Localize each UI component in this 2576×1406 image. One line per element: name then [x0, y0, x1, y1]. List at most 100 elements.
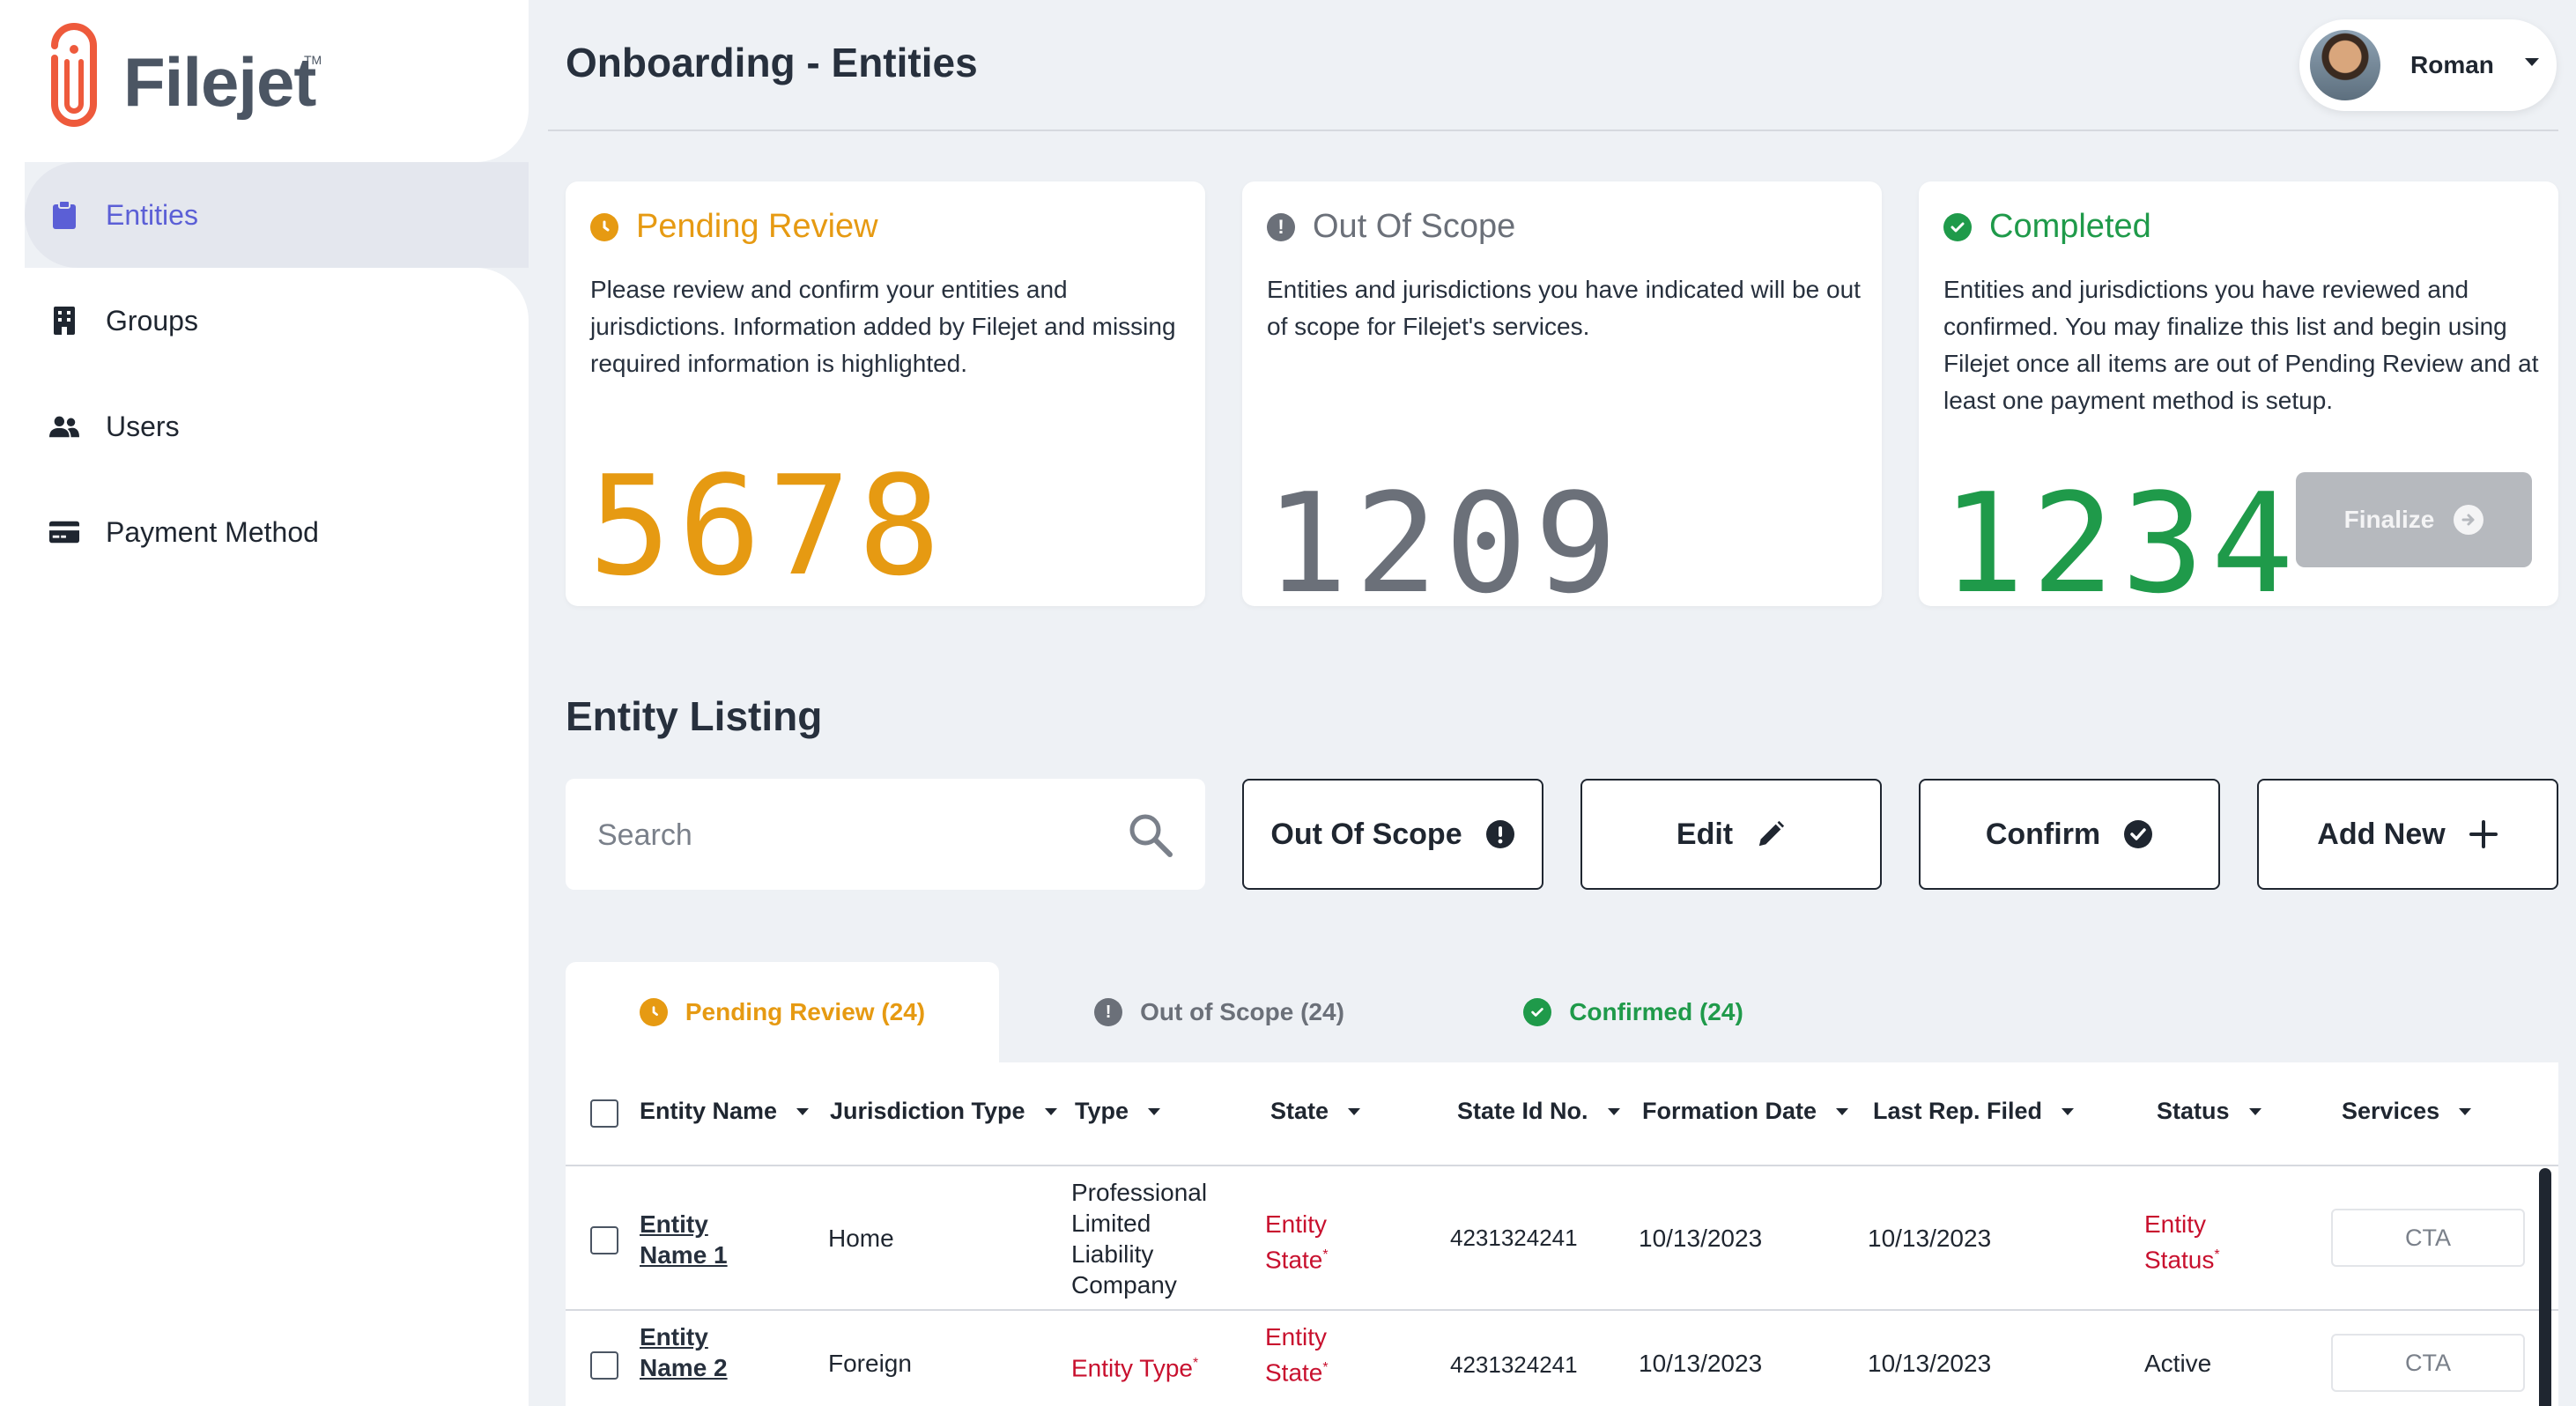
building-icon: [49, 306, 79, 336]
tab-confirmed[interactable]: Confirmed (24): [1440, 962, 1827, 1062]
cta-button[interactable]: CTA: [2331, 1334, 2525, 1392]
button-label: Add New: [2317, 817, 2446, 851]
type-missing: Entity Type*: [1071, 1354, 1199, 1382]
avatar: [2310, 30, 2380, 100]
out-of-scope-button[interactable]: Out Of Scope: [1242, 779, 1543, 890]
brand-trademark: TM: [304, 53, 322, 67]
column-header-state[interactable]: State: [1270, 1098, 1361, 1125]
page-title: Onboarding - Entities: [566, 40, 978, 85]
caret-down-icon: [1044, 1107, 1057, 1115]
exclamation-icon: !: [1267, 212, 1295, 241]
sidebar-item-label: Entities: [106, 198, 198, 231]
user-name: Roman: [2410, 51, 2494, 78]
search-box: [566, 779, 1205, 890]
search-input[interactable]: [597, 809, 1091, 862]
tab-pending-review[interactable]: Pending Review (24): [566, 962, 999, 1062]
caret-down-icon: [2248, 1107, 2261, 1115]
arrow-right-icon: [2454, 505, 2484, 535]
exclamation-icon: [1485, 819, 1515, 849]
table-row[interactable]: Entity Name 1 Home Professional Limited …: [566, 1166, 2558, 1311]
column-header-formation-date[interactable]: Formation Date: [1642, 1098, 1849, 1125]
search-icon[interactable]: [1126, 810, 1175, 860]
formation-date: 10/13/2023: [1639, 1350, 1763, 1377]
column-header-services[interactable]: Services: [2342, 1098, 2472, 1125]
header-divider: [548, 130, 2558, 131]
sidebar-item-payment-method[interactable]: Payment Method: [49, 506, 319, 559]
entity-table: Entity Name Jurisdiction Type Type State…: [566, 1062, 2558, 1406]
check-circle-icon: [2123, 819, 2153, 849]
last-rep-filed: 10/13/2023: [1868, 1225, 1992, 1252]
tab-label: Confirmed (24): [1569, 998, 1743, 1025]
check-circle-icon: [1943, 212, 1972, 241]
pending-review-card: Pending Review Please review and confirm…: [566, 181, 1205, 606]
column-header-type[interactable]: Type: [1075, 1098, 1161, 1125]
card-title: Completed: [1989, 208, 2151, 245]
clock-icon: [590, 212, 618, 241]
card-description: Entities and jurisdictions you have indi…: [1267, 276, 1861, 340]
chevron-down-icon: [2525, 58, 2539, 66]
caret-down-icon: [1348, 1107, 1361, 1115]
sidebar-item-label: Payment Method: [106, 515, 319, 548]
last-rep-filed: 10/13/2023: [1868, 1350, 1992, 1377]
pending-count: 5678: [588, 446, 948, 606]
caret-down-icon: [1148, 1107, 1161, 1115]
sidebar: Filejet TM Entities Groups Users Payment…: [0, 0, 529, 1406]
caret-down-icon: [1836, 1107, 1849, 1115]
tab-label: Pending Review (24): [685, 998, 926, 1025]
sidebar-item-groups[interactable]: Groups: [49, 294, 198, 347]
entity-listing-title: Entity Listing: [566, 693, 823, 739]
finalize-label: Finalize: [2343, 506, 2435, 533]
row-checkbox[interactable]: [590, 1351, 618, 1380]
status: Active: [2144, 1350, 2212, 1377]
sidebar-item-entities[interactable]: Entities: [49, 189, 198, 241]
card-header: Completed: [1943, 208, 2151, 246]
tab-out-of-scope[interactable]: ! Out of Scope (24): [999, 962, 1440, 1062]
out-of-scope-card: ! Out Of Scope Entities and jurisdiction…: [1242, 181, 1882, 624]
button-label: Confirm: [1985, 817, 2101, 851]
select-all-checkbox[interactable]: [590, 1099, 618, 1128]
state-missing: Entity State*: [1265, 1323, 1329, 1387]
column-header-entity-name[interactable]: Entity Name: [640, 1098, 810, 1125]
logo-area: Filejet TM: [0, 0, 529, 162]
sidebar-item-users[interactable]: Users: [49, 400, 180, 453]
brand-name: Filejet: [123, 43, 316, 121]
card-header: Pending Review: [590, 208, 878, 246]
jurisdiction-type: Home: [828, 1225, 894, 1252]
column-header-last-rep-filed[interactable]: Last Rep. Filed: [1873, 1098, 2075, 1125]
credit-card-icon: [49, 517, 79, 547]
clipboard-icon: [49, 200, 79, 230]
cta-button[interactable]: CTA: [2331, 1209, 2525, 1267]
confirm-button[interactable]: Confirm: [1919, 779, 2220, 890]
completed-count: 1234: [1942, 463, 2301, 624]
card-description: Please review and confirm your entities …: [590, 276, 1176, 377]
column-header-state-id[interactable]: State Id No.: [1457, 1098, 1620, 1125]
finalize-button[interactable]: Finalize: [2296, 472, 2532, 567]
entity-name-link[interactable]: Entity Name 1: [640, 1209, 728, 1270]
jurisdiction-type: Foreign: [828, 1350, 912, 1377]
table-scrollbar[interactable]: [2539, 1168, 2551, 1406]
card-title: Pending Review: [636, 208, 878, 245]
table-row[interactable]: Entity Name 2 Foreign Entity Type* Entit…: [566, 1311, 2558, 1406]
card-header: ! Out Of Scope: [1267, 208, 1515, 246]
user-menu[interactable]: Roman: [2299, 19, 2557, 111]
table-header: Entity Name Jurisdiction Type Type State…: [566, 1062, 2558, 1166]
caret-down-icon: [2062, 1107, 2075, 1115]
out-of-scope-count: 1209: [1265, 463, 1625, 624]
clock-icon: [639, 998, 668, 1026]
add-new-button[interactable]: Add New: [2257, 779, 2558, 890]
status-missing: Entity Status*: [2144, 1210, 2220, 1274]
column-header-jurisdiction-type[interactable]: Jurisdiction Type: [830, 1098, 1057, 1125]
caret-down-icon: [2459, 1107, 2472, 1115]
entity-type: Professional Limited Liability Company: [1071, 1179, 1208, 1299]
column-header-status[interactable]: Status: [2157, 1098, 2261, 1125]
exclamation-icon: !: [1094, 998, 1123, 1026]
sidebar-item-label: Users: [106, 410, 180, 442]
check-circle-icon: [1523, 998, 1552, 1026]
pencil-icon: [1756, 819, 1786, 849]
row-checkbox[interactable]: [590, 1226, 618, 1254]
button-label: Edit: [1676, 817, 1734, 851]
state-id: 4231324241: [1450, 1225, 1578, 1251]
edit-button[interactable]: Edit: [1580, 779, 1882, 890]
entity-name-link[interactable]: Entity Name 2: [640, 1321, 728, 1383]
state-id: 4231324241: [1450, 1351, 1578, 1378]
